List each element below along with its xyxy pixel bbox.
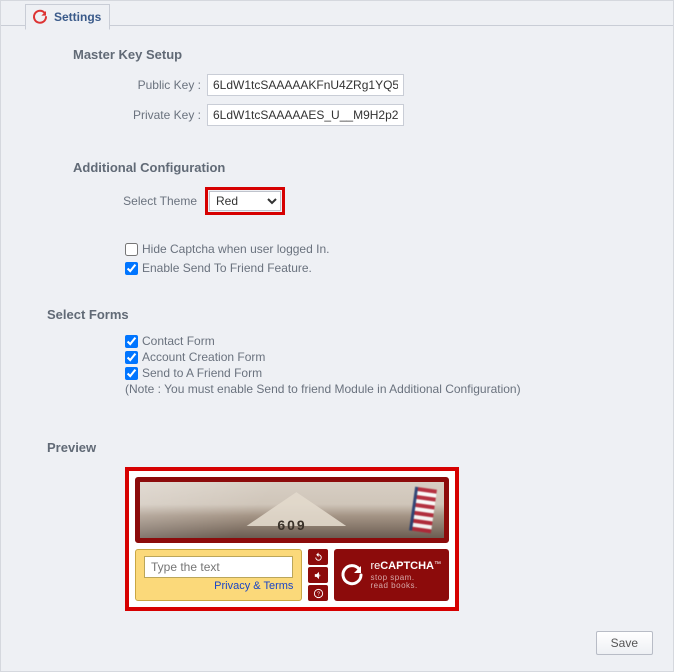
select-theme-label: Select Theme (73, 194, 205, 208)
section-title-preview: Preview (47, 440, 649, 455)
section-title-master-key: Master Key Setup (73, 47, 649, 62)
enable-send-label: Enable Send To Friend Feature. (142, 261, 312, 275)
recaptcha-brand: reCAPTCHA™ stop spam. read books. (334, 549, 449, 601)
form-contact-checkbox[interactable] (125, 335, 138, 348)
private-key-input[interactable] (207, 104, 404, 126)
section-title-forms: Select Forms (47, 307, 649, 322)
private-key-label: Private Key : (73, 108, 207, 122)
public-key-label: Public Key : (73, 78, 207, 92)
form-account-label: Account Creation Form (142, 350, 265, 364)
settings-tab-label: Settings (54, 10, 101, 24)
hide-captcha-checkbox[interactable] (125, 243, 138, 256)
recaptcha-logo-icon (340, 563, 364, 587)
brand-name: reCAPTCHA™ (370, 561, 441, 572)
help-icon[interactable]: ? (308, 585, 328, 601)
hide-captcha-label: Hide Captcha when user logged In. (142, 242, 329, 256)
public-key-input[interactable] (207, 74, 404, 96)
recaptcha-widget: 609 Privacy & Terms ? (135, 477, 449, 601)
captcha-text-input[interactable] (144, 556, 293, 578)
section-title-additional: Additional Configuration (73, 160, 649, 175)
recaptcha-app-icon (32, 9, 48, 25)
privacy-terms-link[interactable]: Privacy & Terms (214, 580, 293, 592)
form-contact-label: Contact Form (142, 334, 215, 348)
captcha-house-number: 609 (277, 517, 306, 533)
enable-send-checkbox[interactable] (125, 262, 138, 275)
theme-select[interactable]: Red (209, 191, 281, 211)
brand-tagline-2: read books. (370, 582, 441, 590)
forms-note: (Note : You must enable Send to friend M… (125, 382, 649, 396)
captcha-input-card: Privacy & Terms (135, 549, 302, 601)
form-sendfriend-checkbox[interactable] (125, 367, 138, 380)
form-account-checkbox[interactable] (125, 351, 138, 364)
audio-icon[interactable] (308, 567, 328, 583)
form-sendfriend-label: Send to A Friend Form (142, 366, 262, 380)
svg-text:?: ? (317, 591, 320, 597)
preview-highlight-box: 609 Privacy & Terms ? (125, 467, 459, 611)
flag-graphic (409, 487, 437, 534)
theme-highlight-box: Red (205, 187, 285, 215)
save-button[interactable]: Save (596, 631, 653, 655)
settings-tab[interactable]: Settings (25, 4, 110, 30)
captcha-challenge-image: 609 (135, 477, 449, 543)
captcha-button-column: ? (308, 549, 328, 601)
refresh-icon[interactable] (308, 549, 328, 565)
